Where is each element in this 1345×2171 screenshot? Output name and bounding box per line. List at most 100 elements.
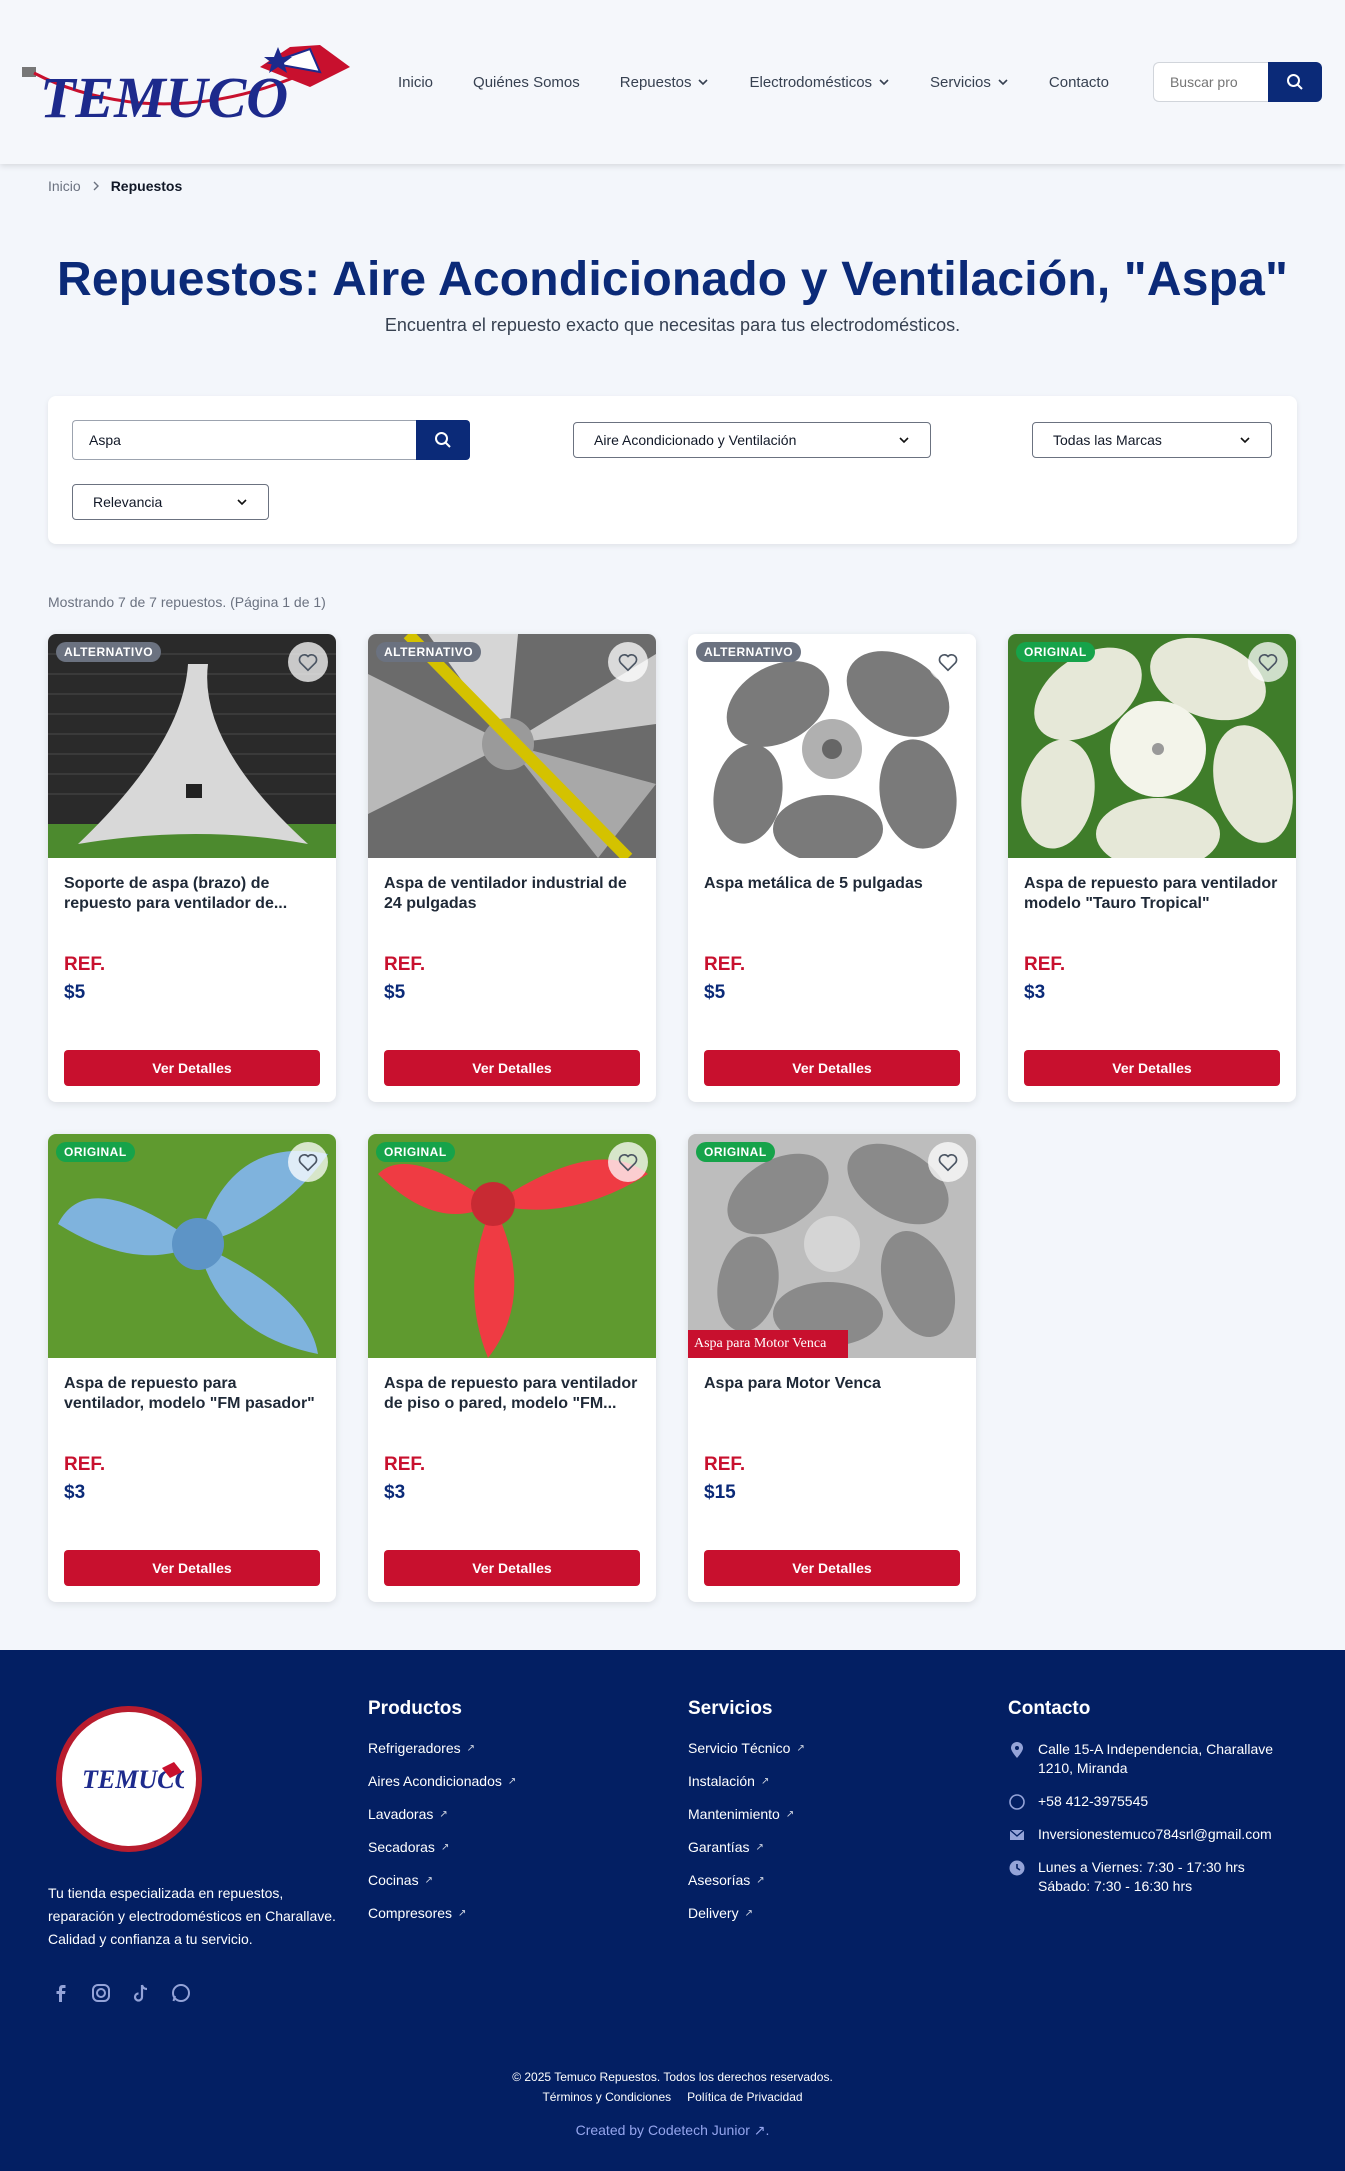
- view-details-button[interactable]: Ver Detalles: [64, 1550, 320, 1586]
- heart-icon: [938, 654, 958, 672]
- footer-link[interactable]: Secadoras ↗: [368, 1839, 516, 1855]
- product-title[interactable]: Aspa de repuesto para ventilador modelo …: [1024, 874, 1280, 954]
- results-count: Mostrando 7 de 7 repuestos. (Página 1 de…: [48, 594, 326, 610]
- mail-icon: [1009, 1829, 1025, 1840]
- temuco-logo[interactable]: TEMUCO: [20, 27, 360, 137]
- product-card: ALTERNATIVO Aspa de ventilador industria…: [368, 634, 656, 1102]
- footer-link[interactable]: Lavadoras ↗: [368, 1806, 516, 1822]
- hours-saturday: Sábado: 7:30 - 16:30 hrs: [1038, 1878, 1193, 1894]
- external-link-icon: ↗: [439, 1808, 448, 1820]
- view-details-button[interactable]: Ver Detalles: [384, 1050, 640, 1086]
- contact-phone[interactable]: +58 412-3975545: [1008, 1792, 1298, 1811]
- view-details-button[interactable]: Ver Detalles: [384, 1550, 640, 1586]
- nav-repuestos[interactable]: Repuestos: [620, 74, 710, 91]
- product-price: $3: [384, 1482, 406, 1503]
- breadcrumb-home[interactable]: Inicio: [48, 178, 81, 194]
- breadcrumb: Inicio Repuestos: [0, 164, 1345, 208]
- privacy-link[interactable]: Política de Privacidad: [687, 2090, 802, 2104]
- search-button[interactable]: [1267, 62, 1322, 102]
- heart-icon: [618, 1154, 638, 1172]
- footer-link[interactable]: Garantías ↗: [688, 1839, 805, 1855]
- category-select[interactable]: Aire Acondicionado y Ventilación: [573, 422, 931, 458]
- filter-search: Aspa: [72, 420, 470, 460]
- product-ref: REF.: [64, 1454, 106, 1475]
- footer-link[interactable]: Aires Acondicionados ↗: [368, 1773, 516, 1789]
- product-price: $3: [64, 1482, 86, 1503]
- product-price: $5: [64, 982, 86, 1003]
- nav-electrodomesticos[interactable]: Electrodomésticos: [749, 74, 890, 91]
- breadcrumb-current: Repuestos: [110, 178, 183, 194]
- nav-servicios[interactable]: Servicios: [930, 74, 1009, 91]
- nav-label: Servicios: [930, 73, 991, 91]
- product-card: ORIGINAL Aspa de repuesto para ventilado…: [1008, 634, 1296, 1102]
- nav-label: Electrodomésticos: [749, 73, 873, 91]
- favorite-button[interactable]: [288, 642, 328, 682]
- clock-icon: [1009, 1860, 1025, 1876]
- nav-quienes-somos[interactable]: Quiénes Somos: [473, 74, 580, 91]
- brand-select[interactable]: Todas las Marcas: [1032, 422, 1272, 458]
- product-title[interactable]: Aspa de ventilador industrial de 24 pulg…: [384, 874, 640, 954]
- facebook-icon[interactable]: [50, 1982, 72, 2004]
- footer-link-label: Refrigeradores: [368, 1740, 461, 1756]
- view-details-button[interactable]: Ver Detalles: [704, 1550, 960, 1586]
- footer-link[interactable]: Servicio Técnico ↗: [688, 1740, 805, 1756]
- product-badge: ORIGINAL: [56, 1142, 135, 1162]
- filter-search-button[interactable]: [416, 420, 470, 460]
- product-ref: REF.: [1024, 954, 1066, 975]
- product-title[interactable]: Aspa metálica de 5 pulgadas: [704, 874, 960, 954]
- footer-link-label: Lavadoras: [368, 1806, 434, 1822]
- favorite-button[interactable]: [608, 1142, 648, 1182]
- footer-link[interactable]: Delivery ↗: [688, 1905, 805, 1921]
- page-hero: Repuestos: Aire Acondicionado y Ventilac…: [0, 208, 1345, 336]
- view-details-button[interactable]: Ver Detalles: [64, 1050, 320, 1086]
- favorite-button[interactable]: [928, 1142, 968, 1182]
- product-grid: ALTERNATIVO Soporte de aspa (brazo) de r…: [48, 634, 1297, 1602]
- footer-link-label: Delivery: [688, 1905, 739, 1921]
- search-input[interactable]: [1152, 62, 1268, 102]
- nav-label: Contacto: [1048, 73, 1109, 91]
- footer-link[interactable]: Refrigeradores ↗: [368, 1740, 516, 1756]
- footer-link-label: Compresores: [368, 1905, 453, 1921]
- product-card: Aspa para Motor Venca ORIGINAL Aspa para…: [688, 1134, 976, 1602]
- terms-link[interactable]: Términos y Condiciones: [542, 2090, 671, 2104]
- favorite-button[interactable]: [1248, 642, 1288, 682]
- filter-search-input[interactable]: Aspa: [72, 420, 416, 460]
- product-title[interactable]: Aspa de repuesto para ventilador de piso…: [384, 1374, 640, 1454]
- nav-label: Quiénes Somos: [473, 73, 580, 91]
- footer-link[interactable]: Cocinas ↗: [368, 1872, 516, 1888]
- favorite-button[interactable]: [608, 642, 648, 682]
- contact-email[interactable]: Inversionestemuco784srl@gmail.com: [1008, 1825, 1298, 1844]
- nav-inicio[interactable]: Inicio: [398, 74, 433, 91]
- product-price: $5: [704, 982, 726, 1003]
- product-card: ORIGINAL Aspa de repuesto para ventilado…: [48, 1134, 336, 1602]
- contact-address-text: Calle 15-A Independencia, Charallave 121…: [1038, 1741, 1274, 1776]
- product-title[interactable]: Aspa de repuesto para ventilador, modelo…: [64, 1374, 320, 1454]
- credit-link[interactable]: Created by Codetech Junior ↗.: [0, 2122, 1345, 2139]
- product-title[interactable]: Aspa para Motor Venca: [704, 1374, 960, 1454]
- nav-contacto[interactable]: Contacto: [1049, 74, 1109, 91]
- external-link-icon: ↗: [744, 1907, 753, 1919]
- footer-logo[interactable]: TEMUCO: [56, 1706, 202, 1852]
- tiktok-icon[interactable]: [130, 1982, 152, 2004]
- sort-select[interactable]: Relevancia: [72, 484, 269, 520]
- view-details-button[interactable]: Ver Detalles: [1024, 1050, 1280, 1086]
- external-link-icon: ↗: [785, 1808, 795, 1820]
- chevron-down-icon: [698, 79, 709, 86]
- footer-contacto: Contacto Calle 15-A Independencia, Chara…: [1008, 1698, 1298, 1910]
- footer-productos-title: Productos: [368, 1698, 462, 1719]
- external-link-icon: ↗: [507, 1775, 517, 1787]
- instagram-icon[interactable]: [90, 1982, 112, 2004]
- view-details-button[interactable]: Ver Detalles: [704, 1050, 960, 1086]
- whatsapp-icon[interactable]: [170, 1982, 192, 2004]
- contact-address: Calle 15-A Independencia, Charallave 121…: [1008, 1740, 1298, 1778]
- footer-servicios: Servicios Servicio Técnico ↗ Instalación ↗…: [688, 1698, 805, 1938]
- contact-hours: Lunes a Viernes: 7:30 - 17:30 hrs Sábado:…: [1008, 1858, 1298, 1896]
- footer-link[interactable]: Mantenimiento ↗: [688, 1806, 805, 1822]
- favorite-button[interactable]: [928, 642, 968, 682]
- footer-link[interactable]: Compresores ↗: [368, 1905, 516, 1921]
- favorite-button[interactable]: [288, 1142, 328, 1182]
- product-card: ALTERNATIVO Aspa metálica de 5 pulgadas …: [688, 634, 976, 1102]
- footer-link[interactable]: Asesorías ↗: [688, 1872, 805, 1888]
- footer-link[interactable]: Instalación ↗: [688, 1773, 805, 1789]
- product-title[interactable]: Soporte de aspa (brazo) de repuesto para…: [64, 874, 320, 954]
